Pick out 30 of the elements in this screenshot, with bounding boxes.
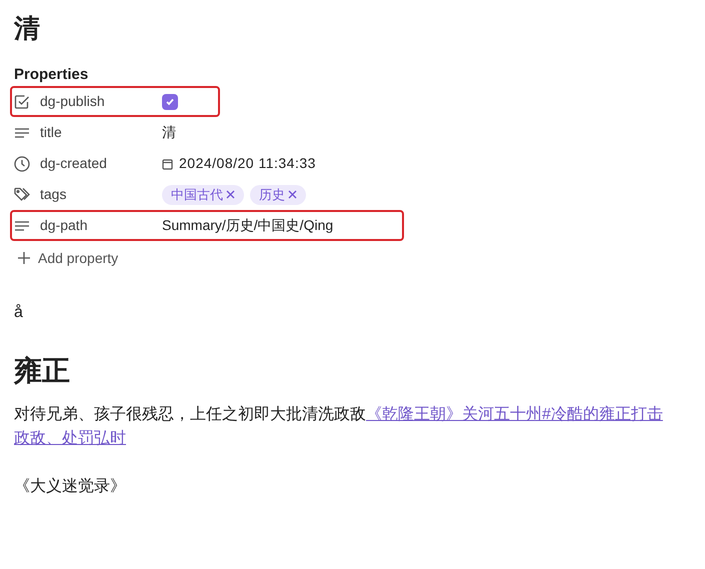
property-value[interactable]: 清 <box>162 122 176 143</box>
section-heading: 雍正 <box>14 354 70 388</box>
property-value[interactable]: Summary/历史/中国史/Qing <box>162 215 334 236</box>
datetime-value[interactable]: 2024/08/20 11:34:33 <box>179 153 316 174</box>
checkbox-icon <box>14 94 30 110</box>
tag-pill[interactable]: 中国古代 <box>162 184 244 204</box>
link[interactable]: 政敌、处罚弘时 <box>14 430 126 447</box>
properties-heading: Properties <box>14 65 88 85</box>
plus-icon <box>18 252 30 264</box>
property-name: dg-path <box>40 216 88 235</box>
checkmark-icon <box>165 96 175 106</box>
lines-icon <box>14 220 30 232</box>
calendar-icon[interactable] <box>162 158 173 170</box>
checkbox[interactable] <box>162 94 178 110</box>
text-line: 《大义迷觉录》 <box>14 476 126 497</box>
paragraph: 对待兄弟、孩子很残忍，上任之初即大批清洗政敌《乾隆王朝》关河五十州#冷酷的雍正打击 政敌、处罚弘时 <box>14 404 664 449</box>
page-title: 清 <box>14 12 40 45</box>
property-name: tags <box>40 185 68 204</box>
property-name: dg-created <box>40 154 108 173</box>
property-name: title <box>40 123 63 142</box>
text-line: å <box>14 303 23 323</box>
close-icon[interactable] <box>226 190 235 199</box>
link[interactable]: 《乾隆王朝》关河五十州#冷酷的雍正打击 <box>366 406 663 423</box>
lines-icon <box>14 126 30 138</box>
property-name: dg-publish <box>40 92 106 111</box>
add-property-button[interactable]: Add property <box>14 243 118 273</box>
close-icon[interactable] <box>288 190 297 199</box>
tags-icon <box>14 187 31 202</box>
tag-pill[interactable]: 历史 <box>250 184 306 204</box>
clock-icon <box>14 156 30 172</box>
